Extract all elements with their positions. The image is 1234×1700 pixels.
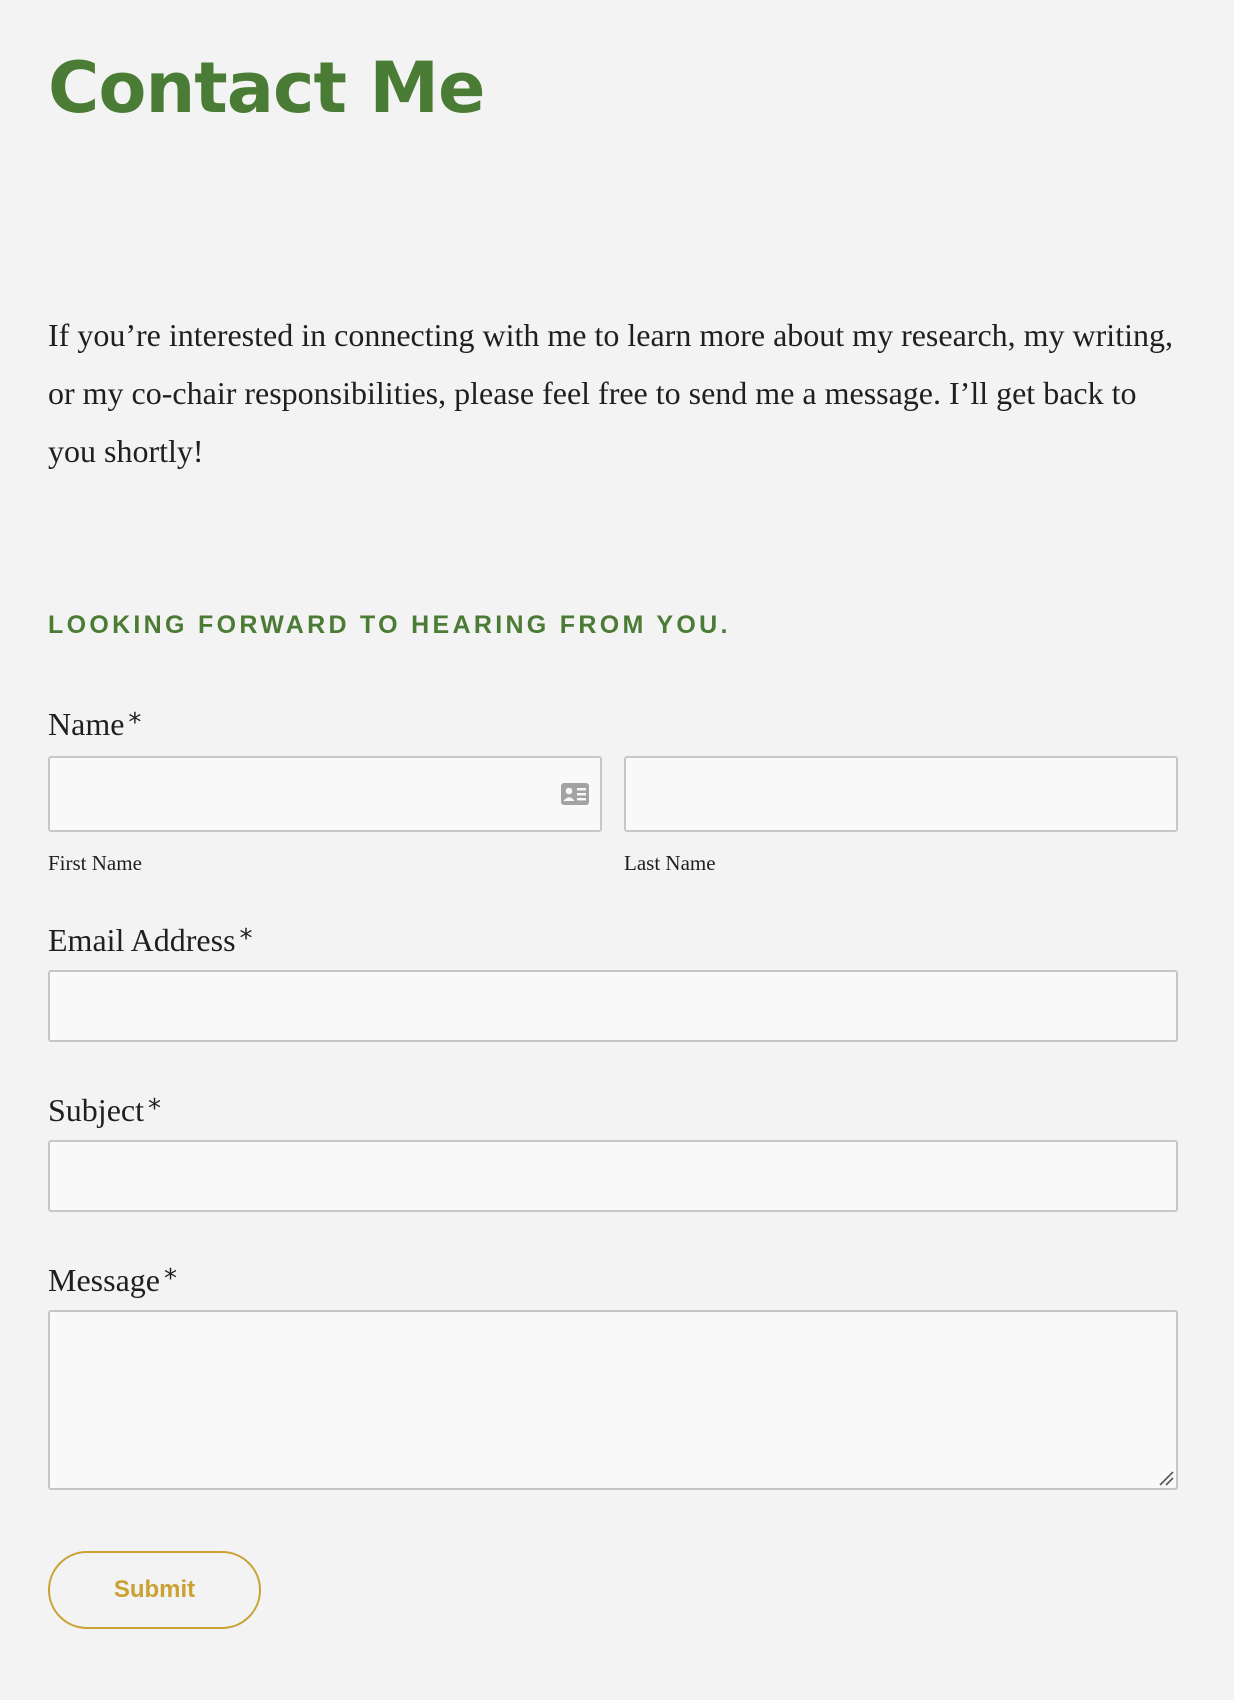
first-name-sublabel: First Name	[48, 851, 142, 875]
resize-handle-icon[interactable]	[1158, 1470, 1174, 1486]
required-marker: *	[239, 924, 253, 954]
subject-label-text: Subject	[48, 1092, 144, 1128]
required-marker: *	[163, 1264, 177, 1294]
message-label-text: Message	[48, 1262, 160, 1298]
email-label-text: Email Address	[48, 922, 236, 958]
message-textarea[interactable]	[48, 1310, 1178, 1490]
last-name-input[interactable]	[624, 756, 1178, 832]
subject-input[interactable]	[48, 1140, 1178, 1212]
first-name-input[interactable]	[48, 756, 602, 832]
last-name-sublabel: Last Name	[624, 851, 716, 875]
required-marker: *	[128, 708, 142, 738]
name-label-text: Name	[48, 706, 125, 742]
contact-card-icon	[561, 783, 589, 805]
intro-paragraph: If you’re interested in connecting with …	[48, 317, 1173, 469]
message-label: Message *	[48, 1260, 177, 1303]
subject-label: Subject *	[48, 1090, 161, 1133]
name-label: Name *	[48, 704, 141, 747]
required-marker: *	[147, 1094, 161, 1124]
form-subheading: LOOKING FORWARD TO HEARING FROM YOU.	[48, 611, 731, 639]
page-title: Contact Me	[48, 47, 485, 129]
submit-button[interactable]: Submit	[48, 1551, 261, 1629]
email-label: Email Address *	[48, 920, 253, 963]
email-input[interactable]	[48, 970, 1178, 1042]
